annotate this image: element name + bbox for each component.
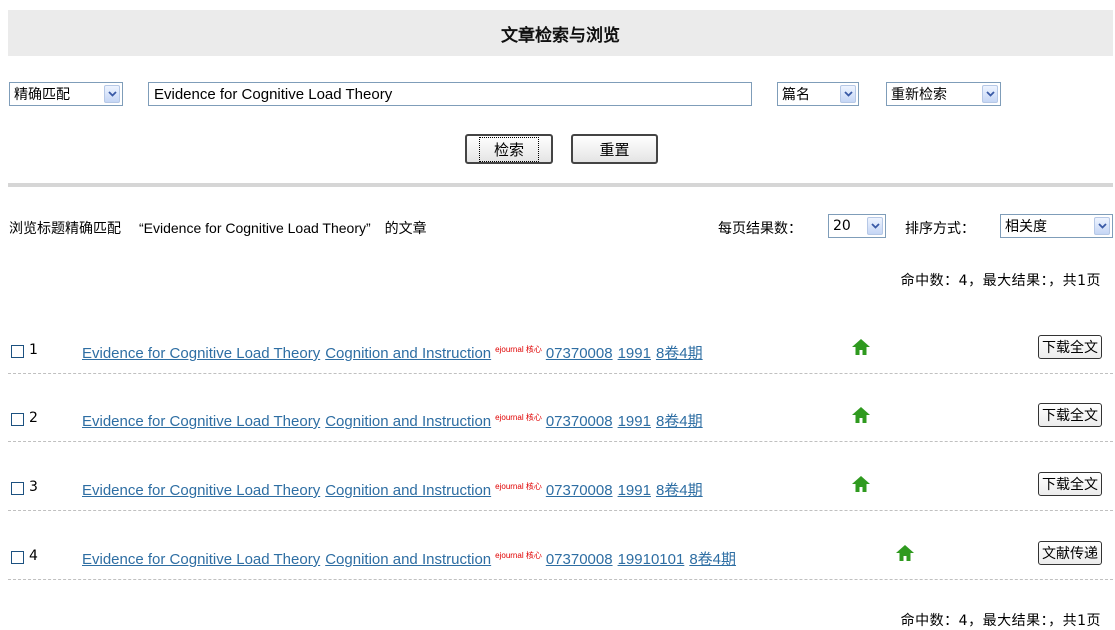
result-checkbox[interactable] [11, 551, 24, 564]
footer-hits-count: 命中数：4，最大结果：，共1页 [900, 613, 1101, 629]
home-icon[interactable] [894, 542, 916, 564]
search-button[interactable]: 检索 [465, 134, 553, 164]
chevron-down-icon[interactable] [982, 85, 998, 103]
journal-link[interactable]: Cognition and Instruction [325, 345, 491, 362]
journal-link[interactable]: Cognition and Instruction [325, 551, 491, 568]
download-fulltext-button[interactable]: 下载全文 [1038, 335, 1102, 359]
summary-query: “Evidence for Cognitive Load Theory” [139, 220, 371, 236]
field-select[interactable]: 篇名 [777, 82, 859, 106]
hits-count: 命中数：4，最大结果：，共1页 [900, 273, 1101, 289]
result-row: 1 Evidence for Cognitive Load Theory Cogn… [8, 334, 1113, 374]
result-checkbox[interactable] [11, 345, 24, 358]
match-mode-value: 精确匹配 [14, 87, 70, 103]
home-icon[interactable] [850, 404, 872, 426]
year-link[interactable]: 19910101 [618, 551, 685, 568]
per-page-select[interactable]: 20 [828, 214, 886, 238]
article-title-link[interactable]: Evidence for Cognitive Load Theory [82, 551, 320, 568]
search-input-value: Evidence for Cognitive Load Theory [154, 85, 393, 103]
result-number: 3 [29, 479, 38, 495]
issn-link[interactable]: 07370008 [546, 482, 613, 499]
scope-select[interactable]: 重新检索 [886, 82, 1001, 106]
result-links: Evidence for Cognitive Load Theory Cognit… [82, 410, 703, 431]
journal-link[interactable]: Cognition and Instruction [325, 413, 491, 430]
journal-tag: ejournal 核心 [495, 345, 542, 354]
scope-select-value: 重新检索 [891, 87, 947, 103]
summary-suffix: 的文章 [384, 221, 427, 237]
result-links: Evidence for Cognitive Load Theory Cognit… [82, 342, 703, 363]
result-number: 1 [29, 342, 38, 358]
chevron-down-icon[interactable] [104, 85, 120, 103]
per-page-value: 20 [833, 218, 851, 234]
journal-tag: ejournal 核心 [495, 482, 542, 491]
issue-link[interactable]: 8卷4期 [656, 345, 703, 362]
issue-link[interactable]: 8卷4期 [656, 482, 703, 499]
home-icon[interactable] [850, 336, 872, 358]
download-fulltext-button[interactable]: 下载全文 [1038, 403, 1102, 427]
sort-label: 排序方式： [905, 221, 975, 237]
article-title-link[interactable]: Evidence for Cognitive Load Theory [82, 482, 320, 499]
document-delivery-button[interactable]: 文献传递 [1038, 541, 1102, 565]
journal-tag: ejournal 核心 [495, 413, 542, 422]
result-links: Evidence for Cognitive Load Theory Cognit… [82, 479, 703, 500]
journal-tag: ejournal 核心 [495, 551, 542, 560]
result-number: 2 [29, 410, 38, 426]
summary-prefix: 浏览标题精确匹配 [9, 221, 121, 237]
article-title-link[interactable]: Evidence for Cognitive Load Theory [82, 345, 320, 362]
result-checkbox[interactable] [11, 413, 24, 426]
page-title: 文章检索与浏览 [8, 10, 1113, 56]
search-input[interactable]: Evidence for Cognitive Load Theory [148, 82, 752, 106]
chevron-down-icon[interactable] [1094, 217, 1110, 235]
match-mode-select[interactable]: 精确匹配 [9, 82, 123, 106]
home-icon[interactable] [850, 473, 872, 495]
sort-select[interactable]: 相关度 [1000, 214, 1113, 238]
reset-button[interactable]: 重置 [571, 134, 658, 164]
result-row: 4 Evidence for Cognitive Load Theory Cogn… [8, 540, 1113, 580]
result-checkbox[interactable] [11, 482, 24, 495]
year-link[interactable]: 1991 [618, 413, 651, 430]
per-page-label: 每页结果数： [718, 221, 802, 237]
result-number: 4 [29, 548, 38, 564]
year-link[interactable]: 1991 [618, 345, 651, 362]
result-row: 3 Evidence for Cognitive Load Theory Cogn… [8, 471, 1113, 511]
journal-link[interactable]: Cognition and Instruction [325, 482, 491, 499]
field-select-value: 篇名 [782, 87, 810, 103]
result-summary: 浏览标题精确匹配 “Evidence for Cognitive Load The… [9, 218, 427, 238]
article-title-link[interactable]: Evidence for Cognitive Load Theory [82, 413, 320, 430]
chevron-down-icon[interactable] [840, 85, 856, 103]
result-links: Evidence for Cognitive Load Theory Cognit… [82, 548, 736, 569]
year-link[interactable]: 1991 [618, 482, 651, 499]
download-fulltext-button[interactable]: 下载全文 [1038, 472, 1102, 496]
sort-value: 相关度 [1005, 219, 1047, 235]
reset-button-label: 重置 [599, 140, 630, 159]
chevron-down-icon[interactable] [867, 217, 883, 235]
result-row: 2 Evidence for Cognitive Load Theory Cogn… [8, 402, 1113, 442]
search-button-label: 检索 [478, 136, 539, 162]
divider [8, 183, 1113, 187]
issn-link[interactable]: 07370008 [546, 345, 613, 362]
issue-link[interactable]: 8卷4期 [656, 413, 703, 430]
issn-link[interactable]: 07370008 [546, 551, 613, 568]
issue-link[interactable]: 8卷4期 [689, 551, 736, 568]
issn-link[interactable]: 07370008 [546, 413, 613, 430]
